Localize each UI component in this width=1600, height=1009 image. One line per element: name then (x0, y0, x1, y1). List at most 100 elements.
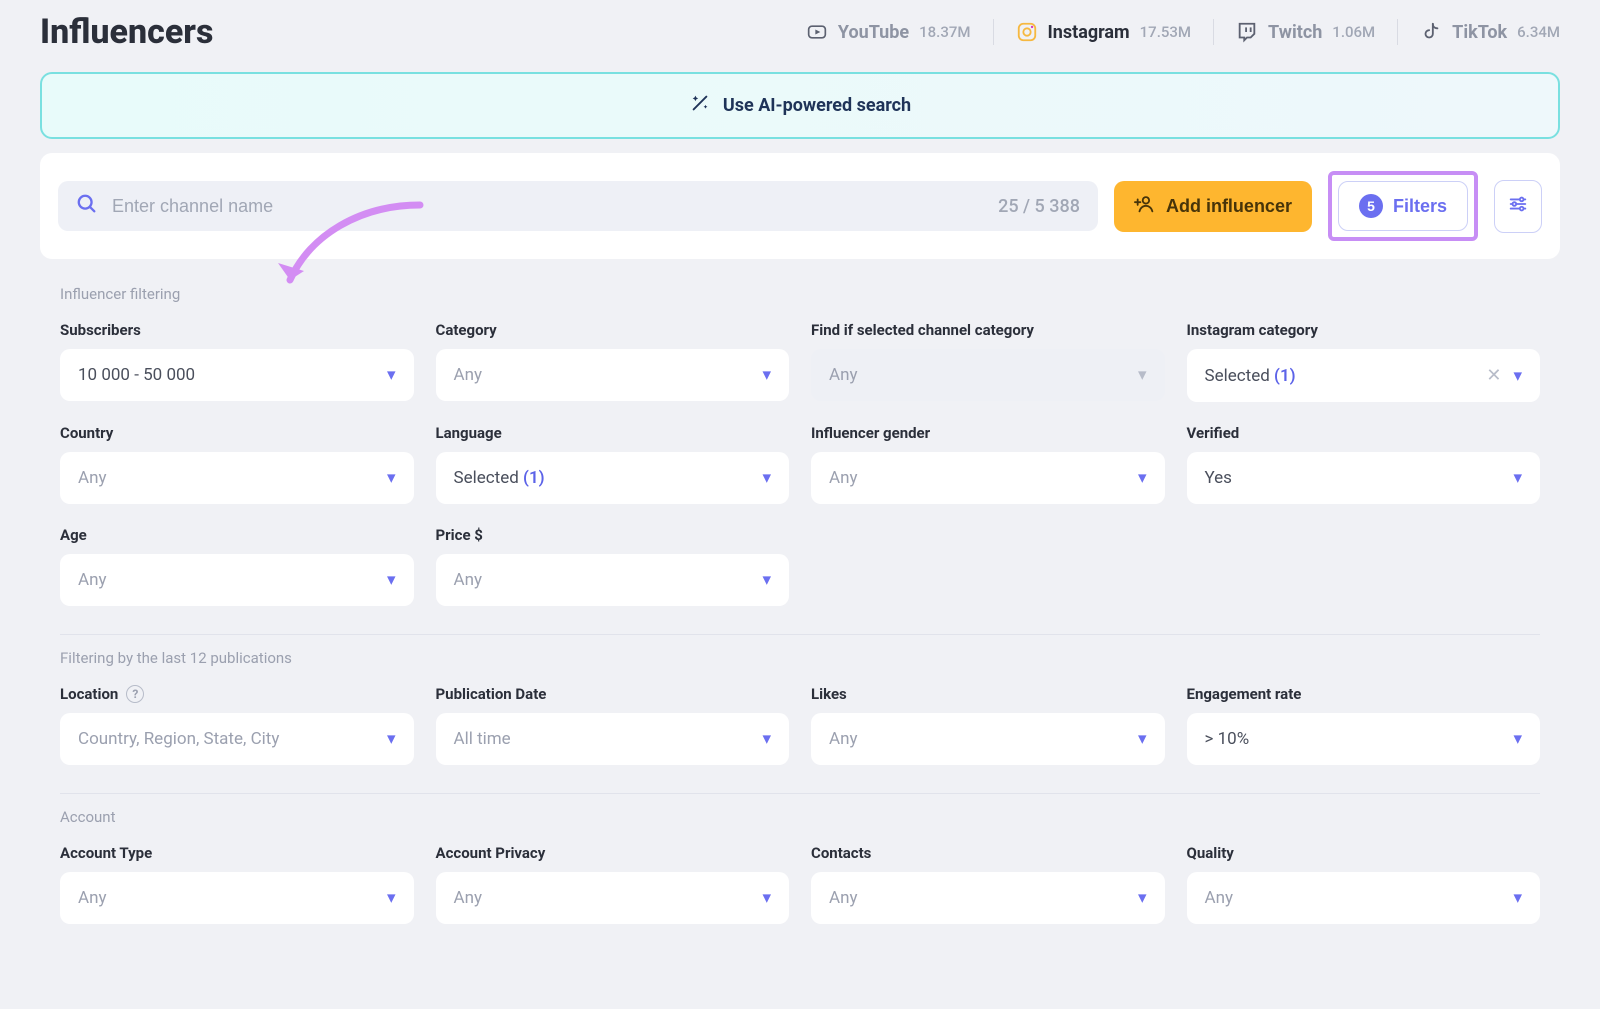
platform-tab-tiktok[interactable]: TikTok 6.34M (1398, 19, 1560, 45)
filter-verified: Verified Yes ▾ (1187, 424, 1541, 504)
field-label: Age (60, 526, 414, 544)
platform-name: Twitch (1268, 22, 1322, 43)
select-category[interactable]: Any ▾ (436, 349, 790, 401)
field-label: Language (436, 424, 790, 442)
select-find-category: Any ▾ (811, 349, 1165, 401)
field-label: Likes (811, 685, 1165, 703)
select-value: 10 000 - 50 000 (78, 365, 195, 385)
field-label: Country (60, 424, 414, 442)
filter-price: Price $ Any ▾ (436, 526, 790, 606)
select-country[interactable]: Any ▾ (60, 452, 414, 504)
section-label-publications: Filtering by the last 12 publications (40, 641, 1560, 685)
filter-pub-date: Publication Date All time ▾ (436, 685, 790, 765)
filter-gender: Influencer gender Any ▾ (811, 424, 1165, 504)
platform-tab-youtube[interactable]: YouTube 18.37M (784, 19, 994, 45)
filters-button[interactable]: 5 Filters (1338, 181, 1468, 231)
chevron-down-icon: ▾ (387, 888, 396, 908)
filter-subscribers: Subscribers 10 000 - 50 000 ▾ (60, 321, 414, 402)
select-gender[interactable]: Any ▾ (811, 452, 1165, 504)
select-pub-date[interactable]: All time ▾ (436, 713, 790, 765)
select-account-type[interactable]: Any ▾ (60, 872, 414, 924)
select-verified[interactable]: Yes ▾ (1187, 452, 1541, 504)
select-value: Any (454, 888, 483, 908)
chevron-down-icon: ▾ (762, 729, 771, 749)
select-account-privacy[interactable]: Any ▾ (436, 872, 790, 924)
filters-count-badge: 5 (1359, 194, 1383, 218)
select-contacts[interactable]: Any ▾ (811, 872, 1165, 924)
settings-button[interactable] (1494, 180, 1542, 233)
select-age[interactable]: Any ▾ (60, 554, 414, 606)
select-value: Any (829, 468, 858, 488)
select-quality[interactable]: Any ▾ (1187, 872, 1541, 924)
select-engagement[interactable]: > 10% ▾ (1187, 713, 1541, 765)
field-label: Verified (1187, 424, 1541, 442)
platform-count: 6.34M (1517, 23, 1560, 41)
page-title: Influencers (40, 12, 213, 52)
platform-tab-twitch[interactable]: Twitch 1.06M (1214, 19, 1398, 45)
platform-count: 1.06M (1332, 23, 1375, 41)
field-label: Price $ (436, 526, 790, 544)
chevron-down-icon: ▾ (1513, 729, 1522, 749)
chevron-down-icon: ▾ (1138, 365, 1147, 385)
select-value: Yes (1205, 468, 1232, 488)
platform-name: TikTok (1452, 22, 1507, 43)
chevron-down-icon: ▾ (1513, 468, 1522, 488)
help-icon[interactable]: ? (126, 685, 144, 703)
platform-name: YouTube (838, 22, 909, 43)
select-value: Selected (1) (454, 468, 545, 488)
chevron-down-icon: ▾ (387, 729, 396, 749)
chevron-down-icon: ▾ (387, 570, 396, 590)
filter-account-privacy: Account Privacy Any ▾ (436, 844, 790, 924)
select-value: Selected (1) (1205, 366, 1296, 386)
platform-count: 18.37M (919, 23, 970, 41)
filter-age: Age Any ▾ (60, 526, 414, 606)
filter-engagement: Engagement rate > 10% ▾ (1187, 685, 1541, 765)
search-bar-card: 25 / 5 388 Add influencer 5 Filters (40, 153, 1560, 259)
filter-grid-account: Account Type Any ▾ Account Privacy Any ▾… (40, 844, 1560, 952)
select-value: Any (1205, 888, 1234, 908)
select-value: Country, Region, State, City (78, 729, 279, 749)
select-value: Any (78, 888, 107, 908)
sliders-icon (1507, 193, 1529, 220)
select-location[interactable]: Country, Region, State, City ▾ (60, 713, 414, 765)
field-label: Category (436, 321, 790, 339)
chevron-down-icon: ▾ (762, 570, 771, 590)
filter-grid-influencer: Subscribers 10 000 - 50 000 ▾ Category A… (40, 321, 1560, 634)
search-icon (76, 193, 98, 219)
select-value: > 10% (1205, 729, 1250, 749)
filter-language: Language Selected (1) ▾ (436, 424, 790, 504)
filter-contacts: Contacts Any ▾ (811, 844, 1165, 924)
select-instagram-category[interactable]: Selected (1) ✕ ▾ (1187, 349, 1541, 402)
filter-category: Category Any ▾ (436, 321, 790, 402)
section-label-account: Account (40, 800, 1560, 844)
filter-account-type: Account Type Any ▾ (60, 844, 414, 924)
select-subscribers[interactable]: 10 000 - 50 000 ▾ (60, 349, 414, 401)
add-influencer-button[interactable]: Add influencer (1114, 181, 1312, 232)
select-price[interactable]: Any ▾ (436, 554, 790, 606)
field-label: Influencer gender (811, 424, 1165, 442)
platform-count: 17.53M (1140, 23, 1191, 41)
divider (60, 634, 1540, 635)
select-value: Any (78, 570, 107, 590)
field-label: Find if selected channel category (811, 321, 1165, 339)
search-input-wrap[interactable]: 25 / 5 388 (58, 181, 1098, 231)
filter-country: Country Any ▾ (60, 424, 414, 504)
platform-tab-instagram[interactable]: Instagram 17.53M (994, 19, 1215, 45)
select-likes[interactable]: Any ▾ (811, 713, 1165, 765)
add-person-icon (1134, 193, 1156, 220)
twitch-icon (1236, 21, 1258, 43)
search-input[interactable] (112, 196, 984, 217)
filter-grid-publications: Location ? Country, Region, State, City … (40, 685, 1560, 793)
chevron-down-icon: ▾ (1513, 888, 1522, 908)
chevron-down-icon: ▾ (387, 365, 396, 385)
ai-search-banner[interactable]: Use AI-powered search (40, 72, 1560, 139)
clear-icon[interactable]: ✕ (1486, 365, 1501, 386)
chevron-down-icon: ▾ (762, 888, 771, 908)
select-language[interactable]: Selected (1) ▾ (436, 452, 790, 504)
select-value: Any (829, 729, 858, 749)
select-value: Any (829, 888, 858, 908)
sparkle-icon (689, 92, 711, 119)
search-counter: 25 / 5 388 (998, 196, 1080, 217)
ai-banner-text: Use AI-powered search (723, 95, 911, 116)
chevron-down-icon: ▾ (762, 468, 771, 488)
